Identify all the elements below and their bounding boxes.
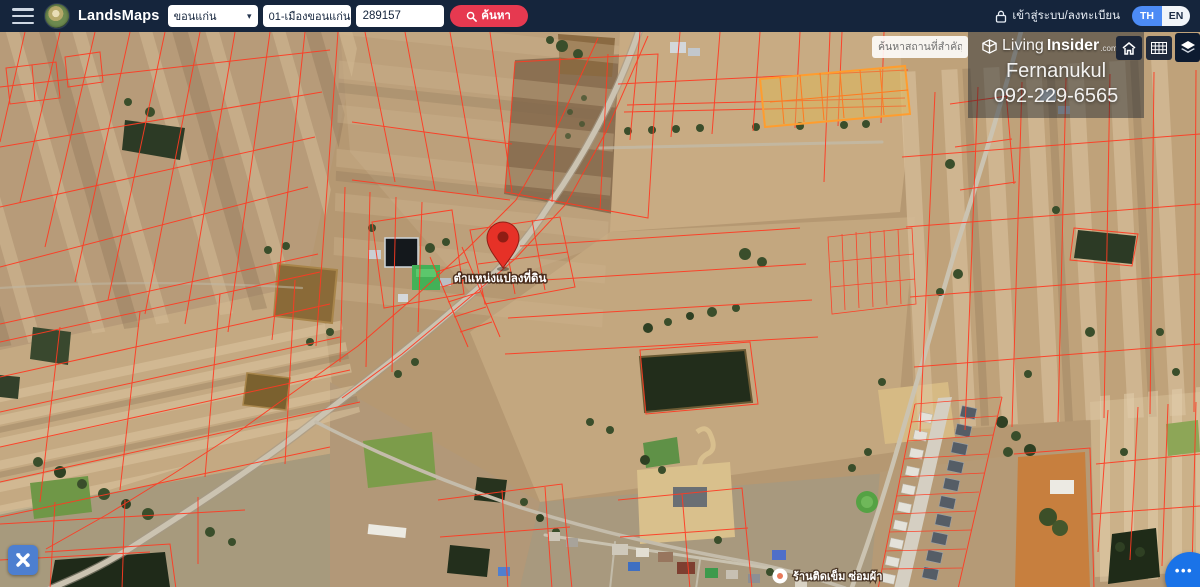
living-insider-watermark: Living Insider .com [982, 37, 1118, 55]
chevron-down-icon: ▾ [247, 11, 252, 22]
lock-icon [995, 10, 1007, 23]
grid-view-button[interactable] [1146, 36, 1172, 60]
place-search-input[interactable] [872, 36, 968, 58]
poi-label: ร้านติดเข็ม ซ่อมผ้า [793, 569, 882, 583]
lang-th-button[interactable]: TH [1132, 6, 1162, 26]
watermark-name: Fernanukul [968, 60, 1144, 83]
crossed-tools-icon [14, 551, 32, 569]
watermark-phone: 092-229-6565 [968, 85, 1144, 108]
home-button[interactable] [1116, 36, 1142, 60]
satellite-map[interactable]: ร้านติดเข็ม ซ่อมผ้า ตำแหน่งแปลงที่ดิน Li… [0, 32, 1200, 587]
search-button[interactable]: ค้นหา [450, 5, 528, 27]
district-select-value: 01-เมืองขอนแก่น [269, 7, 351, 25]
app-title: LandsMaps [78, 8, 160, 24]
brand-living: Living [1002, 37, 1044, 55]
cube-icon [982, 39, 997, 54]
layers-button[interactable] [1175, 33, 1200, 62]
home-icon [1122, 42, 1136, 55]
login-register-label: เข้าสู่ระบบ/ลงทะเบียน [1012, 7, 1120, 25]
lang-en-button[interactable]: EN [1162, 6, 1190, 26]
parcel-number-input[interactable] [356, 5, 444, 27]
province-select-value: ขอนแก่น [174, 7, 217, 25]
search-icon [466, 11, 477, 22]
top-bar: LandsMaps ขอนแก่น ▾ 01-เมืองขอนแก่น ▾ ค้… [0, 0, 1200, 32]
search-button-label: ค้นหา [481, 7, 511, 25]
login-register-link[interactable]: เข้าสู่ระบบ/ลงทะเบียน [995, 7, 1120, 25]
language-toggle: TH EN [1132, 6, 1190, 26]
menu-icon[interactable] [12, 8, 34, 24]
province-select[interactable]: ขอนแก่น ▾ [168, 5, 258, 27]
department-of-lands-logo[interactable] [44, 3, 70, 29]
more-options-dots: ••• [1175, 563, 1193, 578]
layers-icon [1180, 40, 1196, 56]
district-select[interactable]: 01-เมืองขอนแก่น ▾ [263, 5, 351, 27]
landsmaps-app: LandsMaps ขอนแก่น ▾ 01-เมืองขอนแก่น ▾ ค้… [0, 0, 1200, 587]
brand-insider: Insider [1047, 37, 1099, 55]
grid-icon [1151, 42, 1167, 54]
map-tools-button[interactable] [8, 545, 38, 575]
